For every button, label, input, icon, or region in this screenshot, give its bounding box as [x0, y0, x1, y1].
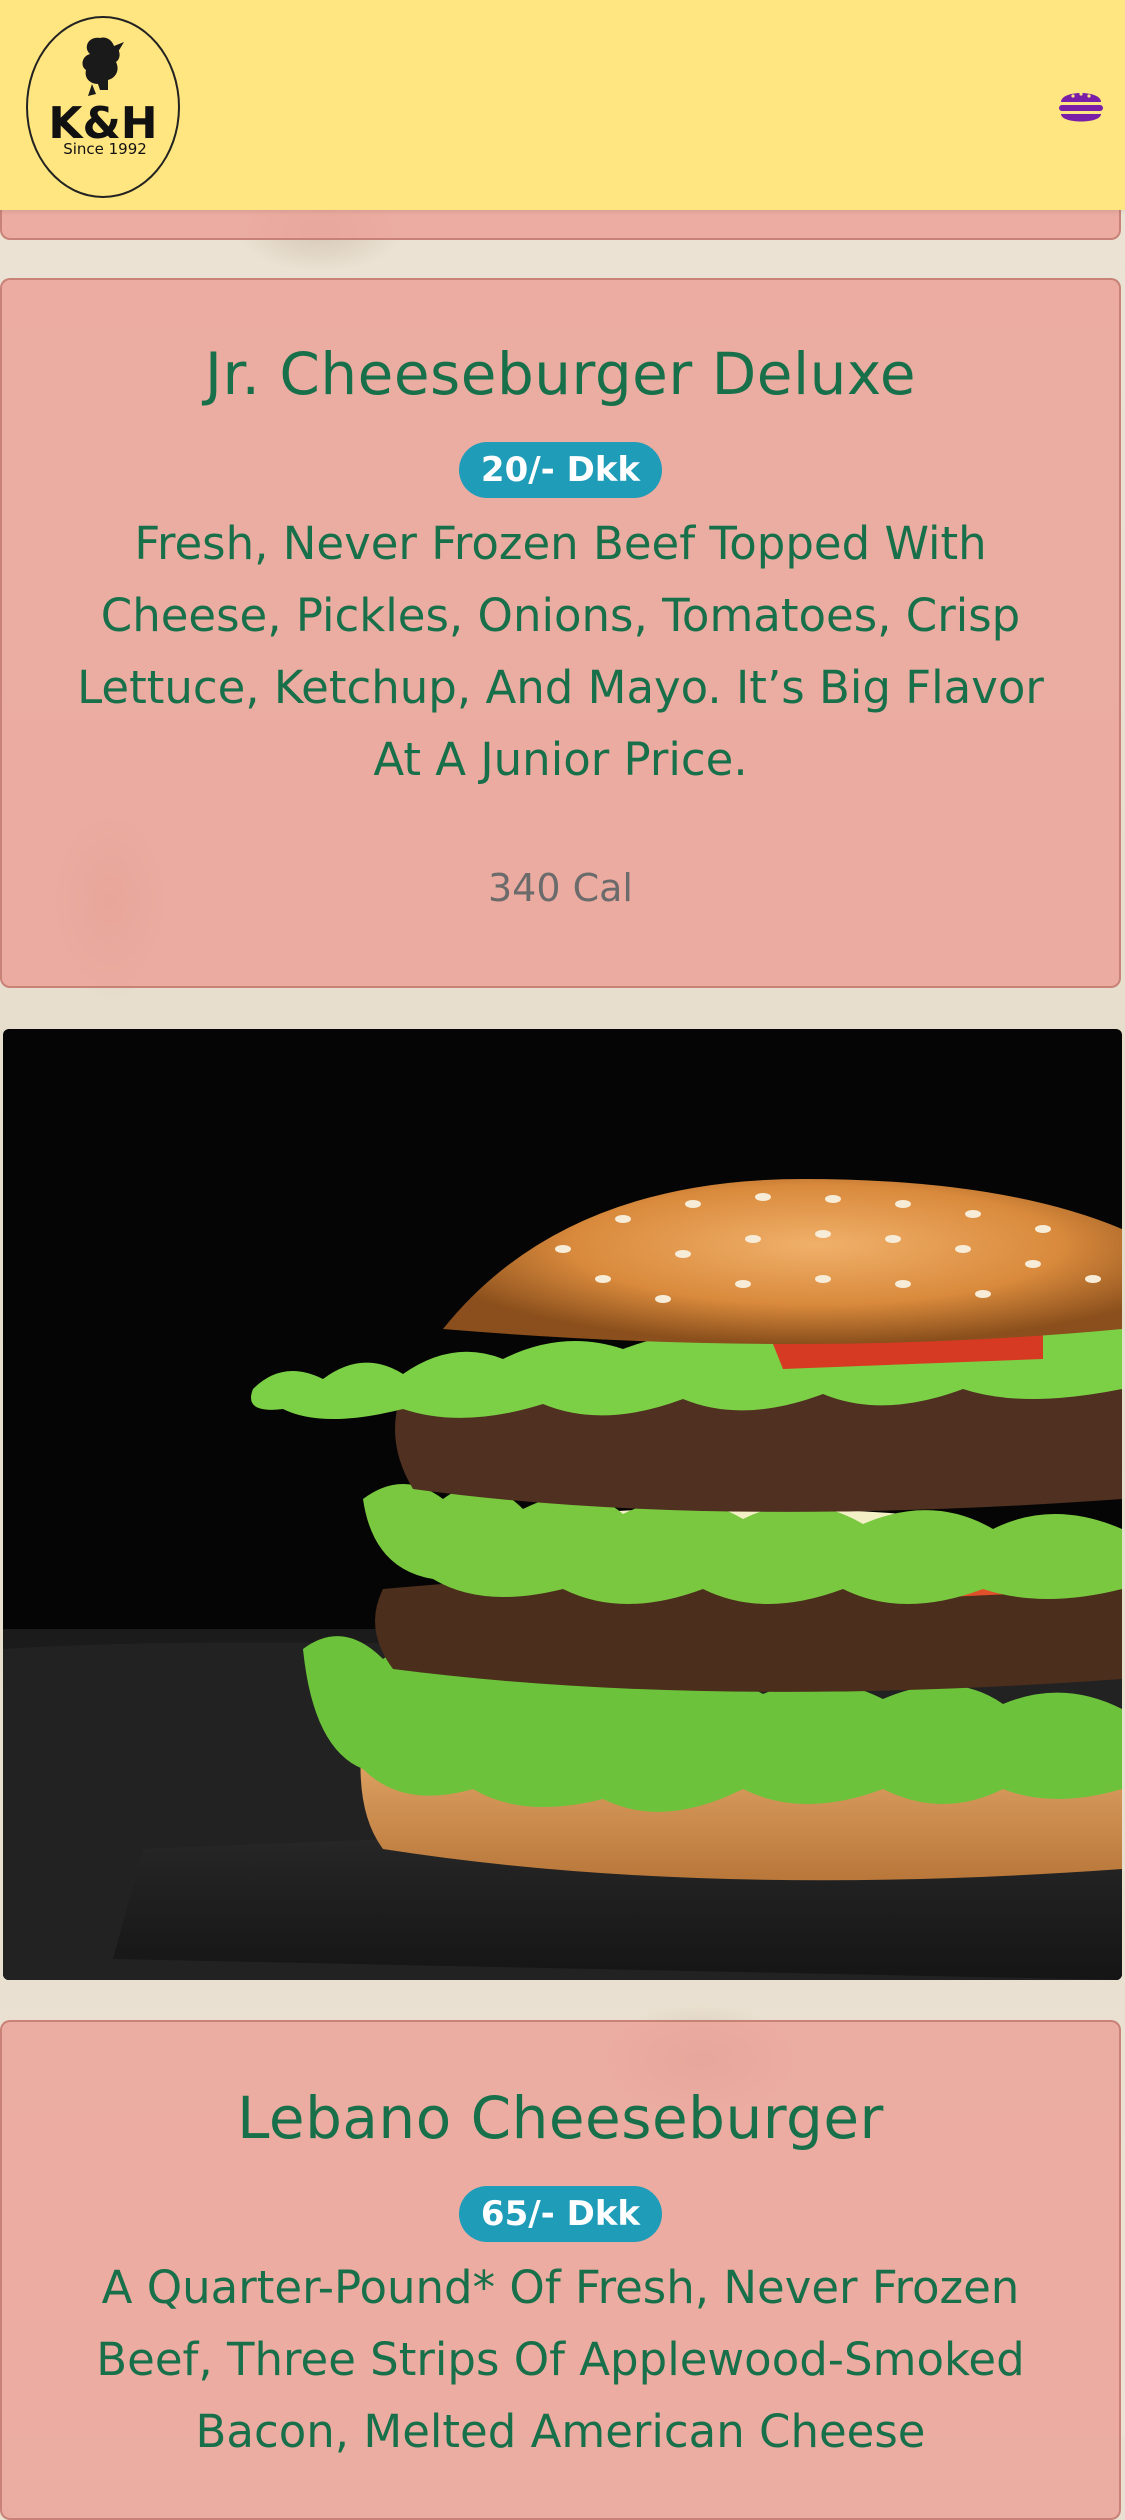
- item-title: Jr. Cheeseburger Deluxe: [204, 340, 917, 408]
- burger-image: [3, 1029, 1122, 1980]
- rooster-logo-icon: K&H Since 1992: [48, 37, 158, 158]
- site-header: K&H Since 1992: [0, 0, 1125, 210]
- brand-logo[interactable]: K&H Since 1992: [26, 16, 180, 198]
- menu-button[interactable]: [1057, 84, 1105, 130]
- item-title: Lebano Cheeseburger: [237, 2084, 884, 2152]
- price-badge: 65/- Dkk: [458, 2185, 663, 2243]
- item-description: Fresh, Never Frozen Beef Topped With Che…: [77, 517, 1044, 787]
- burger-menu-icon: [1059, 92, 1103, 122]
- price-badge: 20/- Dkk: [458, 441, 663, 499]
- menu-card: Lebano Cheeseburger 65/- Dkk A Quarter-P…: [0, 2020, 1121, 2520]
- svg-text:Since 1992: Since 1992: [63, 140, 147, 158]
- item-calories: 340 Cal: [488, 866, 633, 911]
- menu-card: Jr. Cheeseburger Deluxe 20/- Dkk Fresh, …: [0, 278, 1121, 988]
- cheeseburger-illustration: [3, 1179, 1122, 1980]
